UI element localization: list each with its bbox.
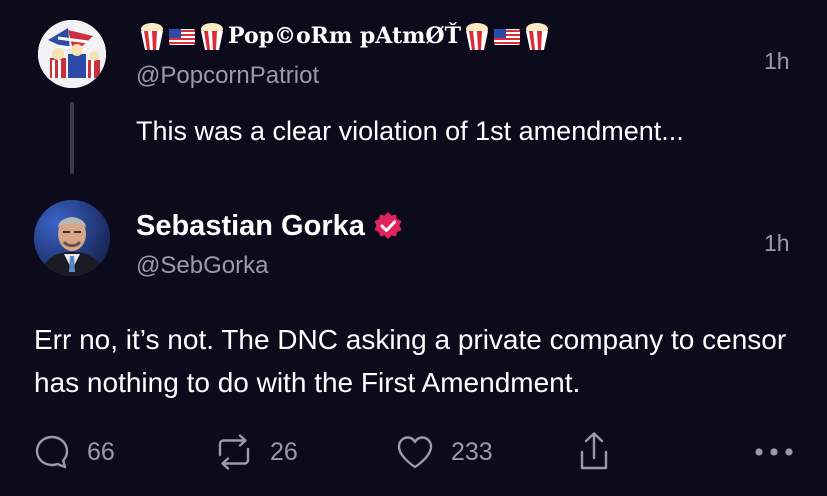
reply-author-name[interactable]: Pop©oRm pAtmØŤ [138, 18, 551, 54]
verified-badge-icon [374, 212, 402, 239]
reply-author-display-name: Pop©oRm pAtmØŤ [228, 23, 461, 49]
popcorn-icon [141, 23, 163, 50]
heart-icon [397, 436, 433, 469]
share-button[interactable] [574, 428, 614, 476]
popcorn-icon [465, 23, 488, 50]
popcorn-icon [525, 23, 548, 50]
reply-timestamp[interactable]: 1h [764, 48, 790, 75]
thread-connector [70, 102, 74, 174]
reply-tweet-text: This was a clear violation of 1st amendm… [136, 116, 684, 146]
reply-icon [35, 435, 69, 469]
reply-author-handle[interactable]: @PopcornPatriot [136, 62, 319, 90]
retweet-icon [218, 434, 250, 470]
like-button[interactable]: 233 [395, 428, 493, 476]
main-timestamp[interactable]: 1h [764, 230, 790, 257]
us-flag-icon [493, 29, 520, 45]
share-icon [580, 432, 608, 470]
reply-button[interactable]: 66 [33, 428, 115, 476]
main-author-handle[interactable]: @SebGorka [136, 252, 268, 280]
main-tweet-text: Err no, it’s not. The DNC asking a priva… [34, 324, 787, 398]
more-button[interactable] [752, 428, 796, 476]
like-count: 233 [451, 437, 493, 466]
popcorn-icon [201, 23, 223, 50]
sebgorka-avatar[interactable] [34, 200, 110, 276]
retweet-button[interactable]: 26 [214, 428, 298, 476]
popcornpatriot-avatar[interactable] [38, 20, 106, 88]
more-icon [755, 448, 793, 456]
main-author-name[interactable]: Sebastian Gorka [136, 206, 403, 246]
us-flag-icon [169, 29, 195, 45]
reply-count: 66 [87, 437, 115, 466]
tweet-action-bar: 66 26 233 [0, 428, 827, 476]
main-author-display-name: Sebastian Gorka [136, 209, 365, 242]
retweet-count: 26 [270, 437, 298, 466]
